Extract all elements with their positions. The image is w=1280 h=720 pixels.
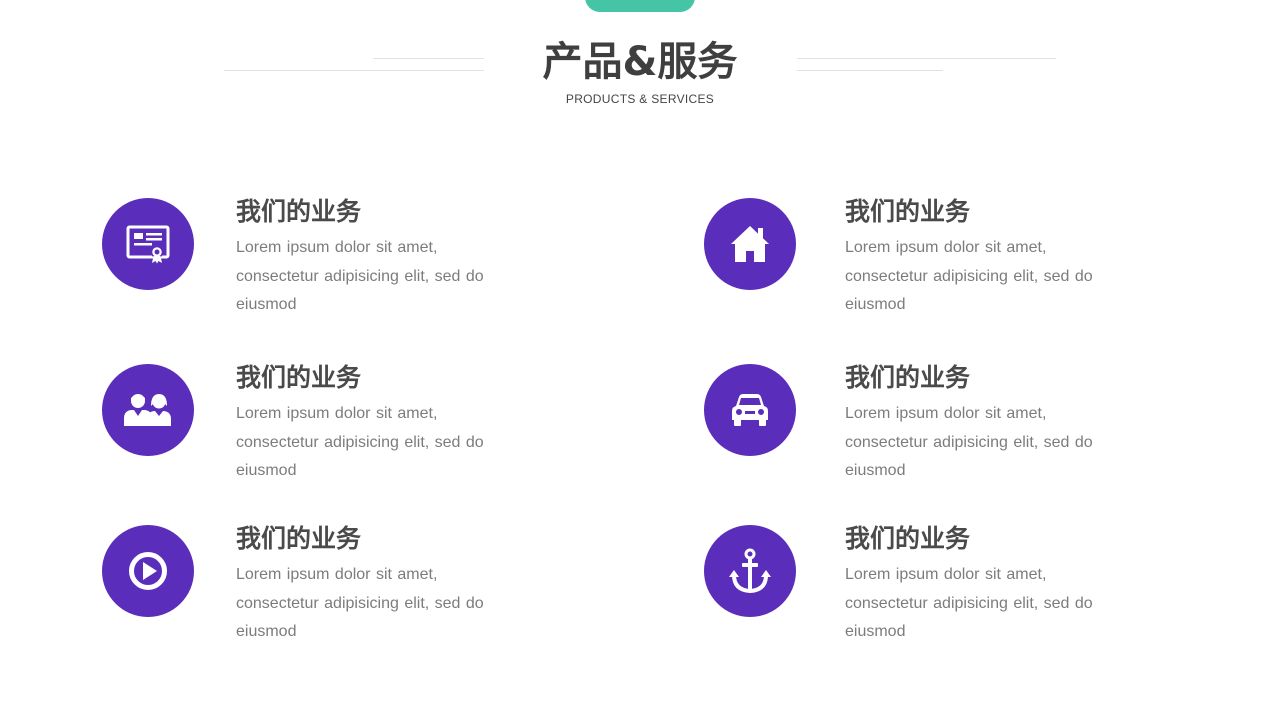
service-description: Lorem ipsum dolor sit amet, consectetur …: [845, 566, 1093, 640]
service-icon-circle: [704, 198, 796, 290]
service-description: Lorem ipsum dolor sit amet, consectetur …: [845, 405, 1093, 479]
anchor-icon: [729, 548, 771, 594]
service-item-anchor: 我们的业务 Lorem ipsum dolor sit amet, consec…: [704, 524, 1124, 655]
service-description: Lorem ipsum dolor sit amet, consectetur …: [845, 239, 1093, 313]
service-title: 我们的业务: [845, 524, 971, 553]
certificate-icon: [126, 225, 170, 264]
page-title: 产品&服务: [542, 39, 738, 85]
service-item-play: 我们的业务 Lorem ipsum dolor sit amet, consec…: [102, 524, 522, 655]
service-description: Lorem ipsum dolor sit amet, consectetur …: [236, 566, 484, 640]
play-icon: [129, 552, 167, 590]
service-title: 我们的业务: [236, 363, 362, 392]
service-icon-circle: [102, 198, 194, 290]
car-icon: [732, 394, 768, 426]
service-icon-circle: [102, 364, 194, 456]
service-title: 我们的业务: [236, 524, 362, 553]
house-icon: [731, 226, 769, 262]
service-icon-circle: [102, 525, 194, 617]
people-icon: [124, 394, 171, 426]
service-description: Lorem ipsum dolor sit amet, consectetur …: [236, 239, 484, 313]
service-item-car: 我们的业务 Lorem ipsum dolor sit amet, consec…: [704, 363, 1124, 494]
service-icon-circle: [704, 364, 796, 456]
service-title: 我们的业务: [845, 197, 971, 226]
top-accent-tab: [585, 0, 695, 12]
service-icon-circle: [704, 525, 796, 617]
service-item-house: 我们的业务 Lorem ipsum dolor sit amet, consec…: [704, 197, 1124, 328]
service-title: 我们的业务: [845, 363, 971, 392]
service-title: 我们的业务: [236, 197, 362, 226]
service-item-certificate: 我们的业务 Lorem ipsum dolor sit amet, consec…: [102, 197, 522, 328]
service-item-people: 我们的业务 Lorem ipsum dolor sit amet, consec…: [102, 363, 522, 494]
page-subtitle: PRODUCTS & SERVICES: [565, 92, 715, 106]
service-description: Lorem ipsum dolor sit amet, consectetur …: [236, 405, 484, 479]
